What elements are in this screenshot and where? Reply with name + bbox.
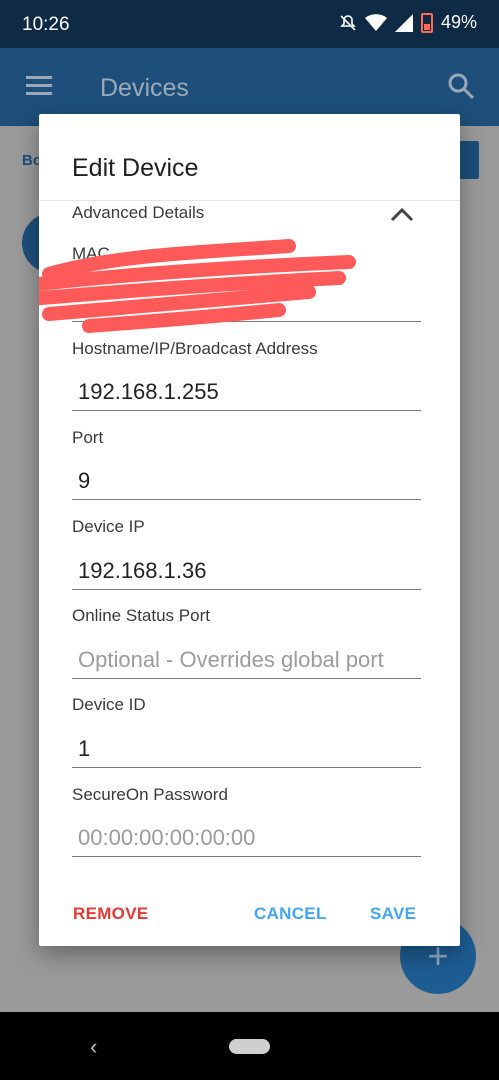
edit-device-dialog: Edit Device Advanced Details MAC Hostnam…: [39, 114, 460, 946]
secureon-password-underline: [72, 856, 421, 857]
battery-icon: [420, 12, 433, 33]
hostname-label: Hostname/IP/Broadcast Address: [72, 339, 318, 358]
page-title: Devices: [100, 74, 189, 102]
redaction-scribble: [39, 239, 356, 333]
hostname-underline: [72, 410, 421, 411]
status-time: 10:26: [22, 14, 70, 35]
device-ip-label: Device IP: [72, 517, 145, 536]
status-icons: 49%: [339, 12, 477, 33]
dialog-title: Edit Device: [72, 154, 199, 182]
navigation-bar: ‹: [0, 1012, 499, 1080]
port-input[interactable]: 9: [78, 468, 90, 494]
advanced-details-label[interactable]: Advanced Details: [72, 203, 204, 223]
online-status-port-label: Online Status Port: [72, 606, 210, 625]
secureon-password-label: SecureOn Password: [72, 785, 228, 804]
device-ip-input[interactable]: 192.168.1.36: [78, 558, 206, 584]
port-label: Port: [72, 428, 104, 447]
wifi-icon: [364, 13, 387, 31]
cancel-button[interactable]: CANCEL: [254, 904, 327, 924]
device-id-underline: [72, 767, 421, 768]
battery-percent: 49%: [440, 12, 477, 32]
divider: [39, 200, 460, 201]
menu-icon[interactable]: [26, 76, 52, 96]
online-status-port-underline: [72, 678, 421, 679]
online-status-port-input[interactable]: Optional - Overrides global port: [78, 647, 384, 673]
back-icon[interactable]: ‹: [90, 1034, 97, 1060]
secureon-password-input[interactable]: 00:00:00:00:00:00: [78, 825, 255, 851]
port-underline: [72, 499, 421, 500]
hostname-input[interactable]: 192.168.1.255: [78, 379, 219, 405]
device-ip-underline: [72, 589, 421, 590]
status-bar: 10:26 49%: [0, 0, 499, 48]
device-id-label: Device ID: [72, 695, 146, 714]
save-button[interactable]: SAVE: [370, 904, 416, 924]
search-icon[interactable]: [447, 72, 475, 100]
signal-icon: [394, 13, 413, 32]
home-pill[interactable]: [229, 1039, 270, 1054]
notifications-off-icon: [340, 14, 356, 31]
background-button: [457, 141, 479, 179]
device-id-input[interactable]: 1: [78, 736, 90, 762]
chevron-up-icon[interactable]: [390, 206, 414, 222]
remove-button[interactable]: REMOVE: [73, 904, 148, 924]
